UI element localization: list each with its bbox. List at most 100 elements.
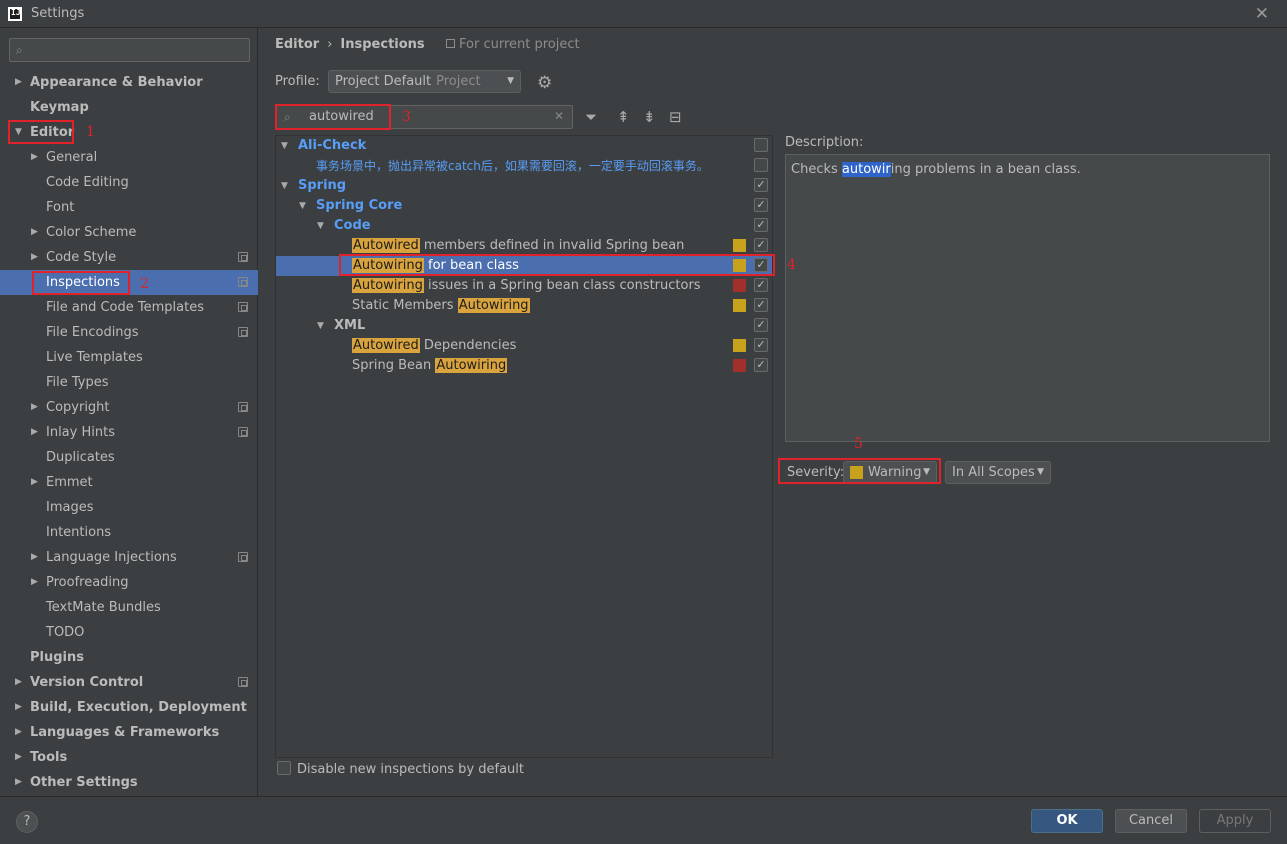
sidebar-item[interactable]: ▶ Emmet [0,470,258,495]
severity-dropdown[interactable]: Warning ▼ [843,461,937,484]
ok-button[interactable]: OK [1031,809,1103,833]
scope-dropdown[interactable]: In All Scopes ▼ [945,461,1051,484]
sidebar-item[interactable]: ▶ Appearance & Behavior [0,70,258,95]
chevron-down-icon[interactable]: ▼ [15,120,22,145]
enabled-checkbox[interactable]: ✓ [754,238,768,252]
apply-button[interactable]: Apply [1199,809,1271,833]
sidebar-item[interactable]: ▶ Color Scheme [0,220,258,245]
inspection-row[interactable]: Static Members Autowiring ✓ [276,296,772,316]
clear-icon[interactable]: ✕ [554,109,564,123]
sidebar-item-label: File Types [46,375,109,390]
profile-dropdown[interactable]: Project Default Project ▼ [328,70,521,93]
enabled-checkbox[interactable]: ✓ [754,218,768,232]
search-match-highlight: Autowiring [435,358,508,373]
inspection-row[interactable]: Autowired Dependencies ✓ [276,336,772,356]
sidebar-item[interactable]: ▶ Languages & Frameworks [0,720,258,745]
inspection-row[interactable]: ▼ Spring Core ✓ [276,196,772,216]
reset-icon[interactable]: ⊟ [669,108,682,126]
chevron-right-icon[interactable]: ▶ [15,70,22,95]
inspection-row[interactable]: Spring Bean Autowiring ✓ [276,356,772,376]
close-icon[interactable]: ✕ [1255,4,1269,24]
sidebar-item[interactable]: ▶ Tools [0,745,258,770]
inspection-label: Autowiring issues in a Spring bean class… [352,276,701,296]
cancel-button[interactable]: Cancel [1115,809,1187,833]
inspection-label: Spring [298,176,346,196]
annotation-number: 1 [86,124,95,140]
chevron-down-icon[interactable]: ▼ [281,136,288,156]
inspection-row[interactable]: Autowiring for bean class ✓ [276,256,772,276]
enabled-checkbox[interactable] [754,158,768,172]
chevron-right-icon[interactable]: ▶ [31,570,38,595]
sidebar-item[interactable]: ▼ Editor [0,120,258,145]
sidebar-item[interactable]: Duplicates [0,445,258,470]
checkbox[interactable] [277,761,291,775]
chevron-right-icon[interactable]: ▶ [31,395,38,420]
sidebar-item[interactable]: TextMate Bundles [0,595,258,620]
inspection-row[interactable]: ▼ XML ✓ [276,316,772,336]
chevron-right-icon[interactable]: ▶ [15,670,22,695]
chevron-down-icon[interactable]: ▼ [299,196,306,216]
chevron-right-icon[interactable]: ▶ [31,245,38,270]
sidebar-item[interactable]: File Types [0,370,258,395]
enabled-checkbox[interactable]: ✓ [754,258,768,272]
enabled-checkbox[interactable]: ✓ [754,318,768,332]
sidebar-item[interactable]: ▶ Build, Execution, Deployment [0,695,258,720]
expand-all-icon[interactable]: ⇞ [617,108,630,126]
chevron-right-icon[interactable]: ▶ [31,145,38,170]
enabled-checkbox[interactable]: ✓ [754,178,768,192]
sidebar-item[interactable]: ▶ Language Injections [0,545,258,570]
inspection-row[interactable]: ▼ Spring ✓ [276,176,772,196]
chevron-right-icon[interactable]: ▶ [31,220,38,245]
sidebar-item[interactable]: ▶ Copyright [0,395,258,420]
chevron-right-icon[interactable]: ▶ [15,695,22,720]
sidebar-item[interactable]: ▶ Version Control [0,670,258,695]
sidebar-item[interactable]: ▶ Code Style [0,245,258,270]
sidebar-item[interactable]: TODO [0,620,258,645]
sidebar-item[interactable]: Plugins [0,645,258,670]
chevron-right-icon[interactable]: ▶ [31,470,38,495]
sidebar-item[interactable]: Keymap [0,95,258,120]
enabled-checkbox[interactable]: ✓ [754,338,768,352]
enabled-checkbox[interactable]: ✓ [754,358,768,372]
inspection-row[interactable]: Autowired members defined in invalid Spr… [276,236,772,256]
enabled-checkbox[interactable]: ✓ [754,298,768,312]
sidebar-item[interactable]: ▶ General [0,145,258,170]
inspection-row[interactable]: ▼ Code ✓ [276,216,772,236]
inspection-text: Static Members [352,298,458,313]
sidebar-item[interactable]: Live Templates [0,345,258,370]
inspection-row[interactable]: 事务场景中，抛出异常被catch后，如果需要回滚，一定要手动回滚事务。 [276,156,772,176]
sidebar-item[interactable]: File and Code Templates [0,295,258,320]
inspection-row[interactable]: Autowiring issues in a Spring bean class… [276,276,772,296]
chevron-down-icon[interactable]: ▼ [317,216,324,236]
sidebar-item[interactable]: File Encodings [0,320,258,345]
enabled-checkbox[interactable]: ✓ [754,278,768,292]
sidebar-item[interactable]: Font [0,195,258,220]
chevron-down-icon[interactable]: ▼ [281,176,288,196]
description-text-before: Checks [791,162,842,177]
sidebar-item[interactable]: Intentions [0,520,258,545]
chevron-right-icon[interactable]: ▶ [31,545,38,570]
sidebar-item[interactable]: ▶ Inlay Hints [0,420,258,445]
inspection-filter-input[interactable]: ⌕ autowired ✕ [275,105,573,129]
sidebar-item[interactable]: Code Editing [0,170,258,195]
breadcrumb-editor[interactable]: Editor [275,37,319,52]
sidebar-item[interactable]: Inspections [0,270,258,295]
chevron-right-icon[interactable]: ▶ [15,770,22,795]
gear-icon[interactable]: ⚙ [537,73,552,93]
enabled-checkbox[interactable] [754,138,768,152]
help-button[interactable]: ? [16,811,38,833]
sidebar-item[interactable]: ▶ Other Settings [0,770,258,795]
disable-new-inspections-checkbox[interactable]: Disable new inspections by default [277,761,524,777]
collapse-all-icon[interactable]: ⇟ [643,108,656,126]
chevron-right-icon[interactable]: ▶ [15,745,22,770]
chevron-right-icon[interactable]: ▶ [31,420,38,445]
sidebar-item[interactable]: Images [0,495,258,520]
chevron-right-icon[interactable]: ▶ [15,720,22,745]
sidebar-item[interactable]: ▶ Proofreading [0,570,258,595]
settings-search-input[interactable]: ⌕ [9,38,250,62]
inspection-row[interactable]: ▼ Ali-Check [276,136,772,156]
enabled-checkbox[interactable]: ✓ [754,198,768,212]
filter-icon[interactable]: ⏷ [585,108,597,126]
chevron-down-icon[interactable]: ▼ [317,316,324,336]
search-match-highlight: Autowiring [352,278,424,293]
